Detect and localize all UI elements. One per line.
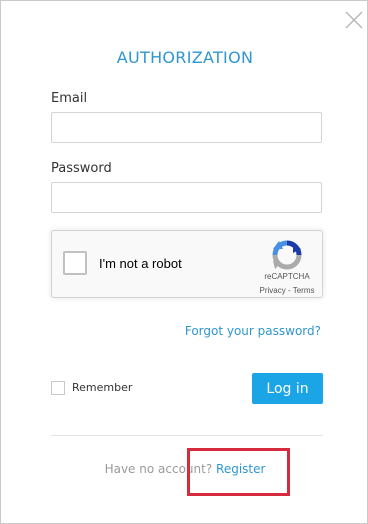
divider — [51, 435, 323, 436]
recaptcha-widget: I'm not a robot reCAPTCHA Privacy - Term… — [51, 230, 323, 298]
authorization-dialog: AUTHORIZATION Email Password I'm not a r… — [0, 0, 368, 524]
remember-label: Remember — [72, 381, 133, 394]
recaptcha-separator: - — [285, 286, 293, 295]
forgot-password-link[interactable]: Forgot your password? — [185, 324, 321, 338]
login-button[interactable]: Log in — [252, 373, 323, 404]
remember-checkbox[interactable] — [51, 381, 65, 395]
register-link[interactable]: Register — [216, 462, 265, 476]
recaptcha-checkbox[interactable] — [63, 251, 87, 275]
recaptcha-privacy-link[interactable]: Privacy — [260, 286, 286, 295]
password-field[interactable] — [51, 182, 322, 213]
dialog-title: AUTHORIZATION — [116, 48, 254, 67]
recaptcha-label: I'm not a robot — [99, 256, 182, 271]
recaptcha-terms-link[interactable]: Terms — [293, 286, 315, 295]
recaptcha-links: Privacy - Terms — [247, 286, 327, 295]
password-label: Password — [51, 161, 112, 176]
recaptcha-brand: reCAPTCHA — [264, 272, 310, 281]
close-icon[interactable] — [344, 10, 364, 30]
email-field[interactable] — [51, 112, 322, 143]
recaptcha-logo-icon — [271, 239, 303, 271]
email-label: Email — [51, 91, 88, 106]
register-prompt: Have no account? Register — [1, 462, 368, 476]
no-account-text: Have no account? — [104, 462, 217, 476]
